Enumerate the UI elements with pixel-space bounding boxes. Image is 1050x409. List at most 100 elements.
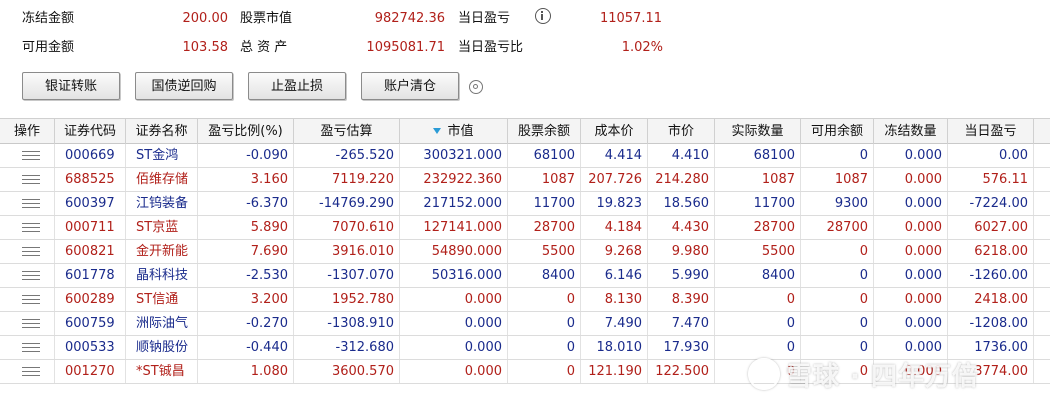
table-row[interactable]: 600397 江钨装备 -6.370 -14769.290 217152.000 1170… [0, 192, 1050, 216]
row-action-cell [0, 312, 55, 335]
header-stock-balance[interactable]: 股票余额 [508, 119, 581, 144]
day-pnl-ratio-label: 当日盈亏比 [458, 40, 524, 55]
stop-profit-loss-button[interactable]: 止盈止损 [248, 72, 346, 100]
table-row[interactable]: 000669 ST金鸿 -0.090 -265.520 300321.000 68100 4… [0, 144, 1050, 168]
menu-icon[interactable] [22, 367, 40, 376]
market-value-value: 982742.36 [374, 11, 445, 26]
menu-icon[interactable] [22, 175, 40, 184]
cell-pnl-ratio: -6.370 [198, 192, 294, 215]
table-row[interactable]: 600289 ST信通 3.200 1952.780 0.000 0 8.130 8.390 0… [0, 288, 1050, 312]
cell-frozen: 0.000 [874, 168, 948, 191]
total-assets-value: 1095081.71 [366, 40, 445, 55]
cell-pnl-est: 7119.220 [294, 168, 400, 191]
table-row[interactable]: 600821 金开新能 7.690 3916.010 54890.000 5500 9.26… [0, 240, 1050, 264]
day-pnl-ratio-value: 1.02% [621, 40, 663, 55]
watermark: 雪球 · 四年万倍 [748, 356, 979, 393]
cell-balance: 11700 [508, 192, 581, 215]
table-row[interactable]: 000711 ST京蓝 5.890 7070.610 127141.000 28700 4.… [0, 216, 1050, 240]
cell-code: 000669 [55, 144, 126, 167]
header-actual-qty[interactable]: 实际数量 [715, 119, 801, 144]
cell-mkt-value: 217152.000 [400, 192, 508, 215]
cell-name: 顺钠股份 [126, 336, 198, 359]
cell-pnl-ratio: 7.690 [198, 240, 294, 263]
cell-day-pnl: 0.00 [948, 144, 1034, 167]
cell-actual-qty: 1087 [715, 168, 801, 191]
cell-pnl-est: 1952.780 [294, 288, 400, 311]
cell-code: 600821 [55, 240, 126, 263]
header-name[interactable]: 证券名称 [126, 119, 198, 144]
cell-code: 001270 [55, 360, 126, 383]
cell-code: 000533 [55, 336, 126, 359]
cell-actual-qty: 11700 [715, 192, 801, 215]
cell-frozen: 0.000 [874, 240, 948, 263]
cell-mkt-value: 0.000 [400, 360, 508, 383]
menu-icon[interactable] [22, 343, 40, 352]
cell-day-pnl: -7224.00 [948, 192, 1034, 215]
xueqiu-logo-icon [748, 358, 780, 390]
header-frozen-qty[interactable]: 冻结数量 [874, 119, 948, 144]
cell-cost: 9.268 [581, 240, 648, 263]
watermark-text: 雪球 · 四年万倍 [786, 362, 979, 392]
cell-price: 5.990 [648, 264, 715, 287]
menu-icon[interactable] [22, 271, 40, 280]
cell-cost: 19.823 [581, 192, 648, 215]
table-row[interactable]: 601778 晶科科技 -2.530 -1307.070 50316.000 8400 6.… [0, 264, 1050, 288]
cell-price: 4.430 [648, 216, 715, 239]
cell-day-pnl: 576.11 [948, 168, 1034, 191]
menu-icon[interactable] [22, 223, 40, 232]
menu-icon[interactable] [22, 199, 40, 208]
header-available[interactable]: 可用余额 [801, 119, 874, 144]
cell-cost: 121.190 [581, 360, 648, 383]
cell-frozen: 0.000 [874, 192, 948, 215]
cell-frozen: 0.000 [874, 312, 948, 335]
cell-available: 0 [801, 312, 874, 335]
menu-icon[interactable] [22, 247, 40, 256]
cell-cost: 4.184 [581, 216, 648, 239]
cell-mkt-value: 0.000 [400, 336, 508, 359]
table-row[interactable]: 600759 洲际油气 -0.270 -1308.910 0.000 0 7.490 7.47… [0, 312, 1050, 336]
menu-icon[interactable] [22, 319, 40, 328]
row-action-cell [0, 288, 55, 311]
cell-pnl-ratio: -2.530 [198, 264, 294, 287]
day-pnl-label: 当日盈亏 [458, 11, 511, 26]
cell-mkt-value: 0.000 [400, 288, 508, 311]
bank-transfer-button[interactable]: 银证转账 [22, 72, 120, 100]
menu-icon[interactable] [22, 295, 40, 304]
cell-pnl-ratio: 5.890 [198, 216, 294, 239]
header-cost-price[interactable]: 成本价 [581, 119, 648, 144]
cell-balance: 0 [508, 360, 581, 383]
cell-cost: 207.726 [581, 168, 648, 191]
cell-pnl-ratio: -0.270 [198, 312, 294, 335]
cell-pnl-ratio: 3.200 [198, 288, 294, 311]
cell-mkt-value: 232922.360 [400, 168, 508, 191]
clear-account-button[interactable]: 账户清仓 [361, 72, 459, 100]
header-action[interactable]: 操作 [0, 119, 55, 144]
cell-frozen: 0.000 [874, 288, 948, 311]
header-pnl-estimate[interactable]: 盈亏估算 [294, 119, 400, 144]
header-day-pnl[interactable]: 当日盈亏 [948, 119, 1034, 144]
row-action-cell [0, 144, 55, 167]
menu-icon[interactable] [22, 151, 40, 160]
cell-cost: 18.010 [581, 336, 648, 359]
header-code[interactable]: 证券代码 [55, 119, 126, 144]
row-action-cell [0, 192, 55, 215]
cell-balance: 0 [508, 288, 581, 311]
cell-available: 0 [801, 240, 874, 263]
header-market-price[interactable]: 市价 [648, 119, 715, 144]
header-pnl-ratio[interactable]: 盈亏比例(%) [198, 119, 294, 144]
sort-desc-icon [433, 128, 442, 134]
row-action-cell [0, 336, 55, 359]
header-market-value[interactable]: 市值 [400, 119, 508, 144]
gear-icon[interactable] [469, 80, 483, 94]
cell-price: 214.280 [648, 168, 715, 191]
reverse-repo-button[interactable]: 国债逆回购 [135, 72, 233, 100]
table-row[interactable]: 688525 佰维存储 3.160 7119.220 232922.360 1087 207… [0, 168, 1050, 192]
cell-mkt-value: 50316.000 [400, 264, 508, 287]
cell-balance: 68100 [508, 144, 581, 167]
cell-pnl-est: -1308.910 [294, 312, 400, 335]
cell-available: 0 [801, 264, 874, 287]
row-action-cell [0, 360, 55, 383]
cell-balance: 0 [508, 336, 581, 359]
cell-day-pnl: -1208.00 [948, 312, 1034, 335]
info-icon[interactable] [535, 8, 551, 24]
